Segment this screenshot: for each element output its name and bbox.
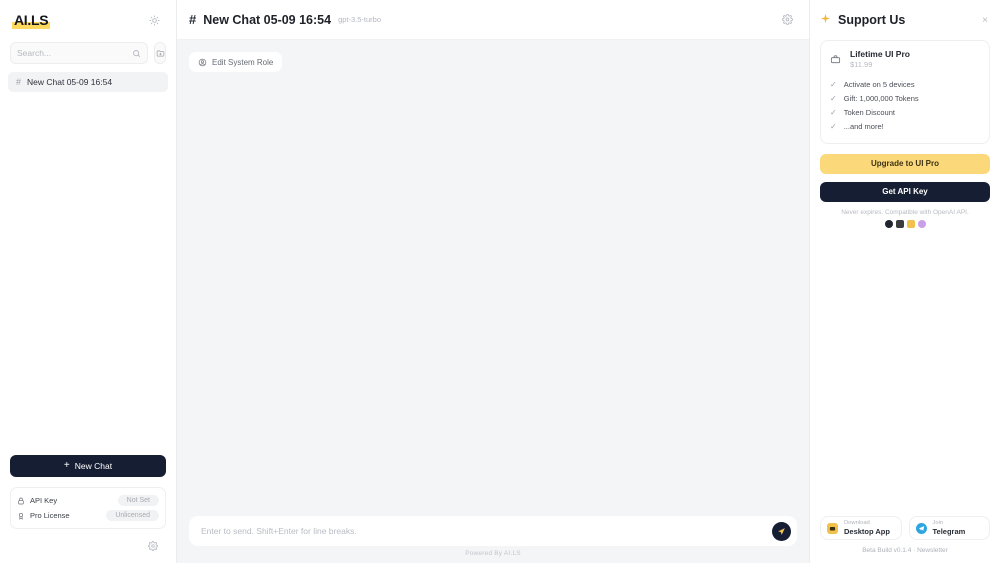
chat-list-item[interactable]: # New Chat 05-09 16:54 xyxy=(8,72,168,92)
new-chat-button[interactable]: + New Chat xyxy=(10,455,166,477)
pro-card-name: Lifetime UI Pro xyxy=(850,49,910,59)
briefcase-icon xyxy=(830,54,841,65)
sparkle-icon xyxy=(820,13,831,27)
hash-icon: # xyxy=(16,76,22,87)
feature-label: Token Discount xyxy=(843,108,895,118)
support-panel-header: Support Us × xyxy=(820,0,990,40)
feature-label: Activate on 5 devices xyxy=(843,80,915,90)
telegram-icon xyxy=(915,522,927,534)
wallet-icon xyxy=(895,219,904,228)
feature-item: ✓ Activate on 5 devices xyxy=(830,78,980,92)
sidebar-bottom-bar xyxy=(0,529,176,563)
link-bottom-label: Telegram xyxy=(932,526,966,536)
link-buttons-row: Download Desktop App Join Telegram xyxy=(820,516,990,540)
edit-system-role-label: Edit System Role xyxy=(212,57,274,67)
chat-message-area: Edit System Role xyxy=(177,40,809,516)
status-left: API Key xyxy=(17,496,57,505)
pro-card-text: Lifetime UI Pro $11.99 xyxy=(850,49,910,71)
status-label: API Key xyxy=(30,496,58,505)
search-box[interactable] xyxy=(10,42,148,64)
download-desktop-app-text: Download Desktop App xyxy=(844,520,890,537)
status-badge: Unlicensed xyxy=(106,510,159,521)
lock-icon xyxy=(17,497,25,505)
card-icon xyxy=(906,219,915,228)
get-api-key-button[interactable]: Get API Key xyxy=(820,181,990,202)
user-icon xyxy=(198,58,207,67)
sidebar-top-bar: AI.LS xyxy=(0,0,176,40)
feature-item: ✓ Gift: 1,000,000 Tokens xyxy=(830,92,980,106)
search-input[interactable] xyxy=(17,48,128,58)
check-icon: ✓ xyxy=(830,79,837,89)
check-icon: ✓ xyxy=(830,121,837,131)
search-icon xyxy=(132,49,141,58)
chat-list: # New Chat 05-09 16:54 xyxy=(0,64,176,92)
pro-card-header: Lifetime UI Pro $11.99 xyxy=(830,49,980,71)
feature-item: ✓ Token Discount xyxy=(830,106,980,120)
status-badge: Not Set xyxy=(117,495,159,506)
powered-by-footer: Powered By AI.LS xyxy=(465,550,521,557)
check-icon: ✓ xyxy=(830,107,837,117)
sun-icon[interactable] xyxy=(144,10,164,30)
gear-icon[interactable] xyxy=(143,536,163,556)
sidebar-search-row xyxy=(0,40,176,64)
page-title: New Chat 05-09 16:54 xyxy=(203,12,332,27)
download-desktop-app-button[interactable]: Download Desktop App xyxy=(820,516,902,540)
status-row-pro-license[interactable]: Pro License Unlicensed xyxy=(17,508,159,523)
support-panel: Support Us × Lifetime UI Pro $11.99 ✓ Ac… xyxy=(810,0,1000,563)
support-panel-spacer xyxy=(820,228,990,516)
send-plane-icon[interactable] xyxy=(772,521,791,541)
status-label: Pro License xyxy=(30,511,70,520)
close-icon[interactable]: × xyxy=(980,15,990,26)
check-icon: ✓ xyxy=(830,93,837,103)
app-root: AI.LS Search... # New Chat 05-09 16:54 +… xyxy=(0,0,1000,563)
gear-icon[interactable] xyxy=(777,10,797,30)
support-panel-title: Support Us xyxy=(838,13,906,27)
chat-item-title: New Chat 05-09 16:54 xyxy=(27,77,113,87)
pro-product-card: Lifetime UI Pro $11.99 ✓ Activate on 5 d… xyxy=(820,40,990,144)
feature-item: ✓ ...and more! xyxy=(830,120,980,134)
openai-icon xyxy=(917,219,926,228)
edit-system-role-button[interactable]: Edit System Role xyxy=(189,52,283,72)
feature-label: ...and more! xyxy=(843,122,884,132)
link-top-label: Join xyxy=(932,519,944,526)
new-folder-icon[interactable] xyxy=(154,42,166,64)
sidebar: AI.LS Search... # New Chat 05-09 16:54 +… xyxy=(0,0,176,563)
link-top-label: Download xyxy=(844,519,870,526)
github-icon xyxy=(884,219,893,228)
join-telegram-button[interactable]: Join Telegram xyxy=(908,516,990,540)
payment-brand-icons xyxy=(820,219,990,228)
feature-label: Gift: 1,000,000 Tokens xyxy=(843,94,919,104)
upgrade-to-pro-button[interactable]: Upgrade to UI Pro xyxy=(820,153,990,174)
never-expires-note: Never expires. Compatible with OpenAI AP… xyxy=(841,208,969,216)
app-logo: AI.LS xyxy=(12,11,51,29)
main-content: # New Chat 05-09 16:54 gpt-3.5-turbo Edi… xyxy=(176,0,810,563)
link-bottom-label: Desktop App xyxy=(844,526,890,536)
message-composer[interactable] xyxy=(189,516,797,546)
beta-build-line: Beta Build v0.1.4 · Newsletter xyxy=(862,547,948,554)
composer-wrapper xyxy=(177,516,809,550)
new-chat-label: New Chat xyxy=(74,461,113,471)
join-telegram-text: Join Telegram xyxy=(933,520,966,537)
status-row-api-key[interactable]: API Key Not Set xyxy=(17,493,159,508)
model-badge: gpt-3.5-turbo xyxy=(338,15,382,24)
robot-icon xyxy=(827,522,838,534)
hash-icon: # xyxy=(189,12,197,27)
pro-card-price: $11.99 xyxy=(850,60,873,70)
message-input[interactable] xyxy=(201,526,772,536)
plus-icon: + xyxy=(63,460,70,471)
medal-icon xyxy=(17,512,25,520)
status-card: API Key Not Set Pro License Unlicensed xyxy=(10,487,166,529)
chat-header: # New Chat 05-09 16:54 gpt-3.5-turbo xyxy=(177,0,809,40)
status-left: Pro License xyxy=(17,511,70,520)
